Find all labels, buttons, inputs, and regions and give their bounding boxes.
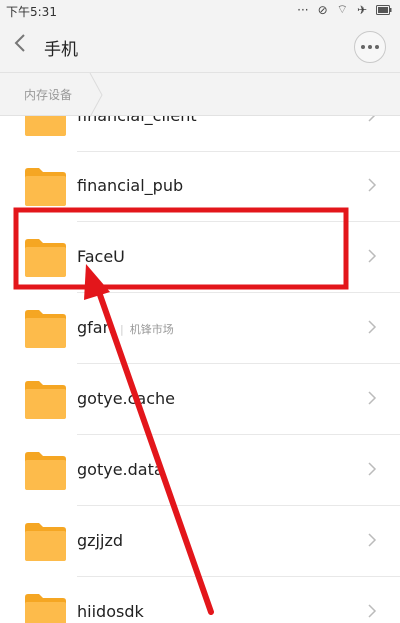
chevron-right-icon [368,533,377,547]
row-divider [77,576,400,577]
chevron-right-icon [368,391,377,405]
dots-icon: ··· [297,2,309,17]
row-divider [77,363,400,364]
file-name: gfan [77,318,113,337]
file-tag: | 机锋市场 [120,321,174,337]
file-name: gotye.cache [77,389,175,408]
breadcrumb-separator-icon [89,73,103,117]
file-name: gzjjzd [77,531,123,550]
row-divider [77,505,400,506]
breadcrumb-item-storage[interactable]: 内存设备 [24,86,72,103]
file-list: financial_client financial_pub FaceU gfan | 机… [0,116,400,623]
chevron-right-icon [368,249,377,263]
file-name: financial_client [77,116,197,125]
chevron-right-icon [368,178,377,192]
file-name: financial_pub [77,176,184,195]
chevron-right-icon [368,604,377,618]
battery-icon [376,4,392,15]
chevron-right-icon [368,320,377,334]
file-name: FaceU [77,247,125,266]
folder-icon [25,594,66,623]
file-tag-label: 机锋市场 [129,323,174,336]
tag-separator: | [120,323,124,336]
row-divider [77,292,400,293]
row-divider [77,221,400,222]
list-item[interactable]: gotye.cache [0,365,400,435]
row-divider [77,434,400,435]
chevron-right-icon [368,462,377,476]
folder-icon [25,168,66,206]
list-item[interactable]: hiidosdk [0,578,400,623]
folder-icon [25,381,66,419]
folder-icon [25,116,66,136]
folder-icon [25,239,66,277]
list-item[interactable]: financial_client [0,116,400,152]
status-bar: 下午5:31 ··· ⊘ ⌔ ✈ [0,0,400,20]
chevron-right-icon [368,116,376,122]
file-name: hiidosdk [77,602,144,621]
folder-icon [25,310,66,348]
list-item[interactable]: gzjjzd [0,507,400,577]
airplane-icon: ✈ [356,2,367,17]
list-item[interactable]: gfan | 机锋市场 [0,294,400,364]
wifi-icon: ⌔ [336,2,348,16]
list-item[interactable]: financial_pub [0,152,400,222]
back-button[interactable] [14,33,26,59]
title-bar: 手机 [0,20,400,72]
file-name: gotye.data [77,460,164,479]
alarm-icon: ⊘ [317,2,328,17]
page-title: 手机 [44,40,78,60]
folder-icon [25,523,66,561]
status-icons: ··· ⊘ ⌔ ✈ [297,2,392,17]
list-item[interactable]: gotye.data [0,436,400,506]
more-icon [361,45,365,49]
status-time: 下午5:31 [6,5,57,19]
folder-icon [25,452,66,490]
list-item[interactable]: FaceU [0,223,400,293]
chevron-left-icon [14,34,25,52]
more-button[interactable] [354,31,386,63]
breadcrumb: 内存设备 [0,72,400,117]
